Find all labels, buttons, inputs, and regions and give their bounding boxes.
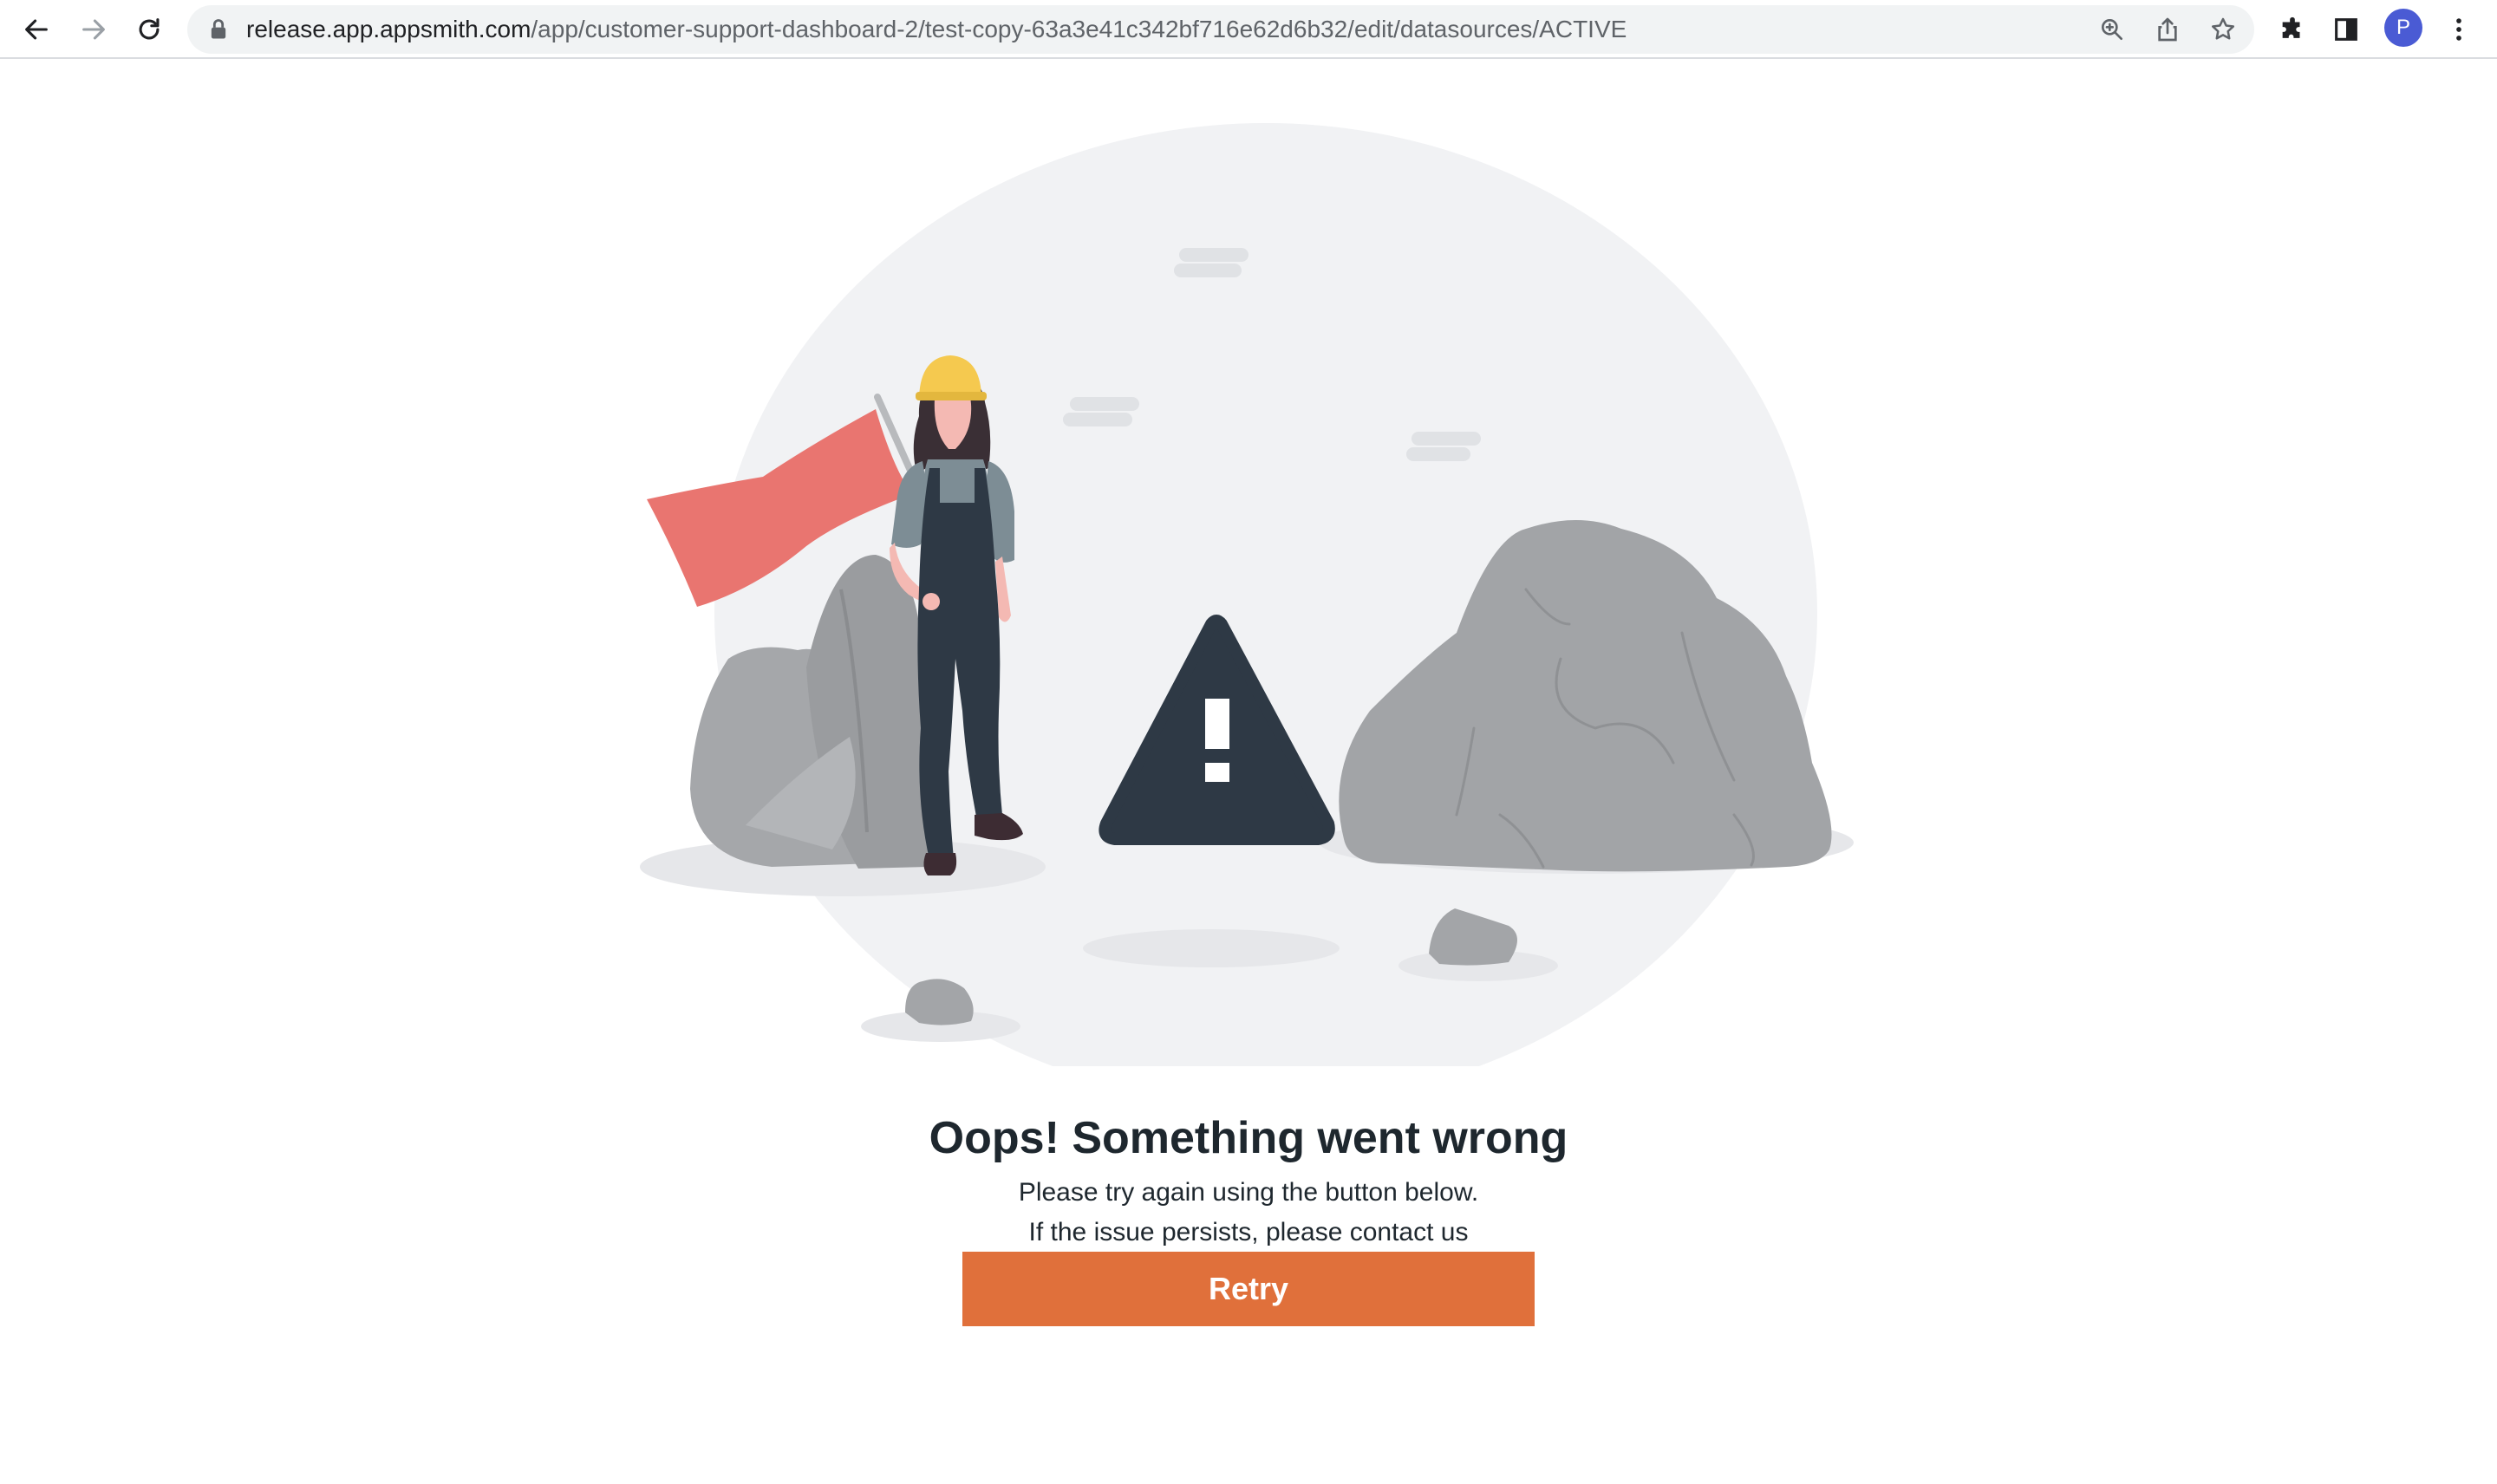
puzzle-icon: [2282, 16, 2300, 38]
lock-icon: [211, 19, 226, 39]
star-icon: [2212, 17, 2234, 40]
forward-button[interactable]: [73, 9, 114, 50]
arrow-left-icon: [25, 19, 48, 40]
reload-icon: [139, 18, 160, 40]
url-path: /app/customer-support-dashboard-2/test-c…: [531, 16, 1627, 42]
error-message-line-1: Please try again using the button below.: [1018, 1178, 1479, 1207]
profile-avatar[interactable]: P: [2384, 9, 2422, 47]
url-text[interactable]: release.app.appsmith.com/app/customer-su…: [246, 5, 1627, 54]
back-button[interactable]: [16, 9, 57, 50]
side-panel-button[interactable]: [2325, 9, 2367, 50]
error-title: Oops! Something went wrong: [929, 1113, 1568, 1163]
browser-toolbar: release.app.appsmith.com/app/customer-su…: [0, 0, 2497, 59]
url-host: release.app.appsmith.com: [246, 16, 531, 42]
address-bar[interactable]: release.app.appsmith.com/app/customer-su…: [187, 5, 2254, 54]
menu-button[interactable]: [2438, 9, 2480, 50]
arrow-right-icon: [82, 19, 105, 40]
extensions-button[interactable]: [2272, 9, 2313, 50]
share-button[interactable]: [2150, 12, 2185, 47]
reload-button[interactable]: [128, 9, 170, 50]
zoom-button[interactable]: [2095, 12, 2129, 47]
bookmark-button[interactable]: [2206, 12, 2240, 47]
share-icon: [2158, 17, 2177, 42]
zoom-icon: [2102, 19, 2122, 40]
kebab-menu-icon: [2456, 18, 2461, 41]
retry-button[interactable]: Retry: [962, 1252, 1535, 1326]
error-illustration: [640, 123, 1854, 1066]
side-panel-icon: [2335, 18, 2357, 41]
error-message-line-2: If the issue persists, please contact us: [1028, 1218, 1469, 1246]
